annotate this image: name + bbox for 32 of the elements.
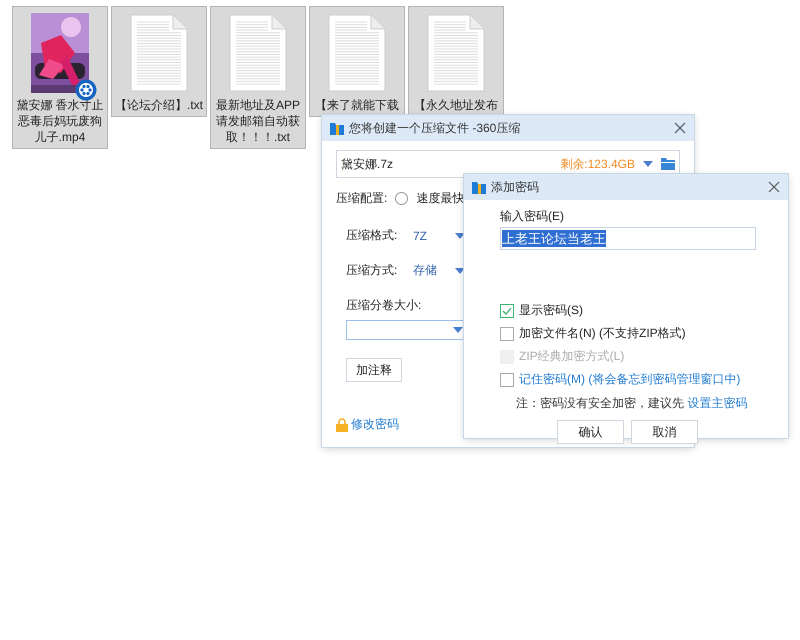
option-label: 记住密码(M) (将会备忘到密码管理窗口中)	[519, 371, 740, 388]
file-item[interactable]: 【永久地址发布	[408, 6, 504, 117]
field-label: 压缩分卷大小:	[346, 297, 422, 314]
file-name: 【永久地址发布	[414, 97, 498, 113]
option-label: ZIP经典加密方式(L)	[519, 348, 624, 365]
dialog-button[interactable]: 取消	[631, 420, 698, 444]
radio-label: 速度最快	[416, 190, 464, 207]
option-label: 显示密码(S)	[519, 302, 583, 319]
comment-button[interactable]: 加注释	[346, 358, 402, 382]
window-title: 您将创建一个压缩文件 -360压缩	[349, 120, 522, 136]
file-name: 黛安娜 香水寸止恶毒后妈玩废狗儿子.mp4	[16, 97, 104, 145]
field-label: 压缩方式:	[346, 262, 398, 279]
file-item[interactable]: 最新地址及APP请发邮箱自动获取！！！.txt	[210, 6, 306, 149]
field-label: 压缩配置:	[336, 190, 388, 207]
dropdown-value[interactable]: 7Z	[413, 228, 455, 242]
change-password-link[interactable]: 修改密码	[351, 416, 399, 433]
field-label: 压缩格式:	[346, 227, 398, 244]
dialog-button[interactable]: 确认	[557, 420, 624, 444]
file-name: 【来了就能下载	[315, 97, 399, 113]
file-item[interactable]: 【来了就能下载	[309, 6, 405, 117]
set-master-password-link[interactable]: 设置主密码	[687, 396, 748, 410]
file-item[interactable]: 【论坛介绍】.txt	[111, 6, 207, 117]
password-field[interactable]: 上老王论坛当老王	[500, 227, 756, 250]
dropdown-value[interactable]: 存储	[413, 262, 455, 279]
note-text: 注：密码没有安全加密，建议先 设置主密码	[516, 395, 748, 412]
option-label: 加密文件名(N) (不支持ZIP格式)	[519, 325, 686, 342]
free-space: 剩余:123.4GB	[560, 156, 635, 172]
file-name: 【论坛介绍】.txt	[115, 97, 203, 113]
window-title: 添加密码	[491, 178, 540, 196]
file-item[interactable]: 黛安娜 香水寸止恶毒后妈玩废狗儿子.mp4	[12, 6, 108, 149]
file-name: 最新地址及APP请发邮箱自动获取！！！.txt	[214, 97, 301, 145]
field-label: 输入密码(E)	[500, 208, 565, 225]
